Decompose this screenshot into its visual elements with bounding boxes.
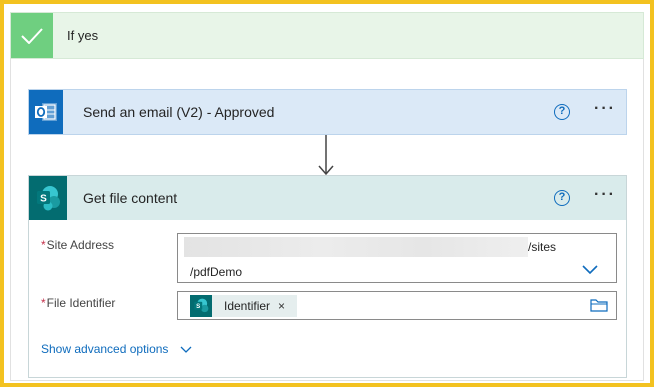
more-options-icon[interactable]: ··· — [594, 186, 616, 204]
required-marker: * — [41, 296, 46, 310]
sharepoint-icon: S — [29, 176, 67, 220]
site-address-label: *Site Address — [41, 238, 114, 252]
get-file-content-header[interactable]: S Get file content ? ··· — [29, 176, 626, 220]
help-icon[interactable]: ? — [554, 104, 570, 120]
redacted-site-url — [184, 237, 528, 257]
folder-icon[interactable] — [590, 298, 608, 312]
get-file-content-action-card: S Get file content ? ··· *Site Address /… — [28, 175, 627, 378]
condition-branch-title: If yes — [67, 28, 99, 43]
condition-branch-header[interactable]: If yes — [10, 12, 644, 59]
more-options-icon[interactable]: ··· — [594, 100, 616, 118]
chevron-down-icon[interactable] — [582, 265, 598, 275]
file-identifier-input[interactable]: S Identifier × — [177, 291, 617, 320]
svg-text:S: S — [196, 303, 200, 310]
get-file-content-title: Get file content — [83, 190, 178, 206]
app-frame: If yes Send an email (V2) - Approved ? ·… — [4, 4, 650, 383]
send-email-action-card[interactable]: Send an email (V2) - Approved ? ··· — [28, 89, 627, 135]
sharepoint-icon: S — [190, 295, 212, 317]
site-address-label-text: Site Address — [46, 238, 115, 252]
site-address-dropdown[interactable]: /sites /pdfDemo — [177, 233, 617, 283]
remove-token-icon[interactable]: × — [278, 299, 285, 313]
required-marker: * — [41, 238, 46, 252]
chevron-down-icon — [180, 346, 192, 353]
show-advanced-options-link[interactable]: Show advanced options — [41, 342, 192, 356]
identifier-token[interactable]: S Identifier × — [190, 295, 297, 317]
file-identifier-label: *File Identifier — [41, 296, 115, 310]
file-identifier-label-text: File Identifier — [46, 296, 116, 310]
site-address-value-path: /pdfDemo — [190, 265, 243, 279]
site-address-value-suffix: /sites — [528, 240, 557, 254]
identifier-token-label: Identifier — [224, 299, 271, 313]
outlook-icon — [29, 90, 63, 134]
check-icon — [11, 13, 53, 58]
flow-arrow-icon — [318, 135, 334, 176]
show-advanced-options-label: Show advanced options — [41, 342, 169, 356]
svg-text:S: S — [40, 194, 47, 205]
send-email-action-title: Send an email (V2) - Approved — [83, 104, 275, 120]
help-icon[interactable]: ? — [554, 190, 570, 206]
